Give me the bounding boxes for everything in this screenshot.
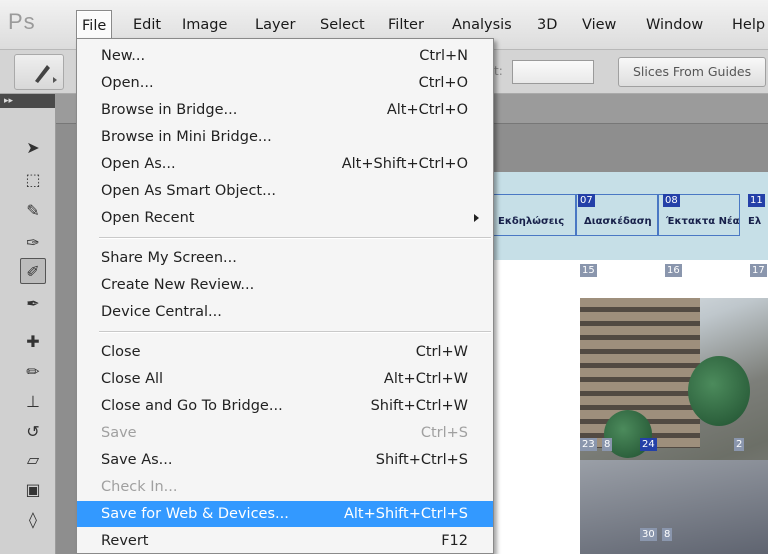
menu-edit[interactable]: Edit — [133, 16, 161, 34]
nav-item: Ελ — [748, 216, 762, 227]
menu-item-close-and-go-to-bridge[interactable]: Close and Go To Bridge... Shift+Ctrl+W — [77, 393, 493, 419]
slice-tool-icon — [35, 65, 57, 83]
canvas-photo-road — [580, 460, 768, 554]
menu-item-save-as[interactable]: Save As... Shift+Ctrl+S — [77, 447, 493, 473]
lasso-tool-icon[interactable]: ✎ — [20, 197, 46, 223]
menu-3d[interactable]: 3D — [537, 16, 557, 34]
slice-number-tag[interactable]: 24 — [640, 438, 657, 451]
current-tool-preset[interactable] — [14, 54, 64, 90]
marquee-tool-icon[interactable]: ⬚ — [20, 166, 46, 192]
photoshop-logo: Ps — [8, 9, 36, 34]
canvas-nav-strip: Εκδηλώσεις Διασκέδαση Έκτακτα Νέα Ελ — [492, 172, 768, 260]
menu-filter[interactable]: Filter — [388, 16, 424, 34]
menu-item-open[interactable]: Open... Ctrl+O — [77, 70, 493, 96]
file-menu-dropdown: New... Ctrl+N Open... Ctrl+O Browse in Bri… — [76, 38, 494, 554]
menu-separator — [99, 331, 491, 333]
menu-window[interactable]: Window — [646, 16, 703, 34]
healing-brush-tool-icon[interactable]: ✚ — [20, 328, 46, 354]
menu-image[interactable]: Image — [182, 16, 227, 34]
nav-item: Διασκέδαση — [584, 216, 652, 227]
slice-outline — [492, 194, 576, 236]
menu-item-create-new-review[interactable]: Create New Review... — [77, 272, 493, 298]
tools-panel-header[interactable]: ▸▸ — [0, 94, 55, 108]
move-tool-icon[interactable]: ➤ — [20, 134, 46, 160]
slices-from-guides-button[interactable]: Slices From Guides — [618, 57, 766, 87]
menu-select[interactable]: Select — [320, 16, 365, 34]
history-brush-tool-icon[interactable]: ↺ — [20, 418, 46, 444]
menu-item-save-for-web[interactable]: Save for Web & Devices... Alt+Shift+Ctrl+… — [77, 501, 493, 527]
quick-select-tool-icon[interactable]: ✑ — [20, 229, 46, 255]
slice-number-tag[interactable]: 15 — [580, 264, 597, 277]
menu-separator — [99, 237, 491, 239]
slice-tool-icon[interactable]: ✐ — [20, 258, 46, 284]
tools-panel: ▸▸ ➤ ⬚ ✎ ✑ ✐ ✒ ✚ ✏ ⊥ ↺ ▱ ▣ ◊ — [0, 94, 56, 554]
menu-item-revert[interactable]: Revert F12 — [77, 528, 493, 554]
menu-item-close[interactable]: Close Ctrl+W — [77, 339, 493, 365]
slice-number-tag[interactable]: 17 — [750, 264, 767, 277]
menu-item-browse-in-bridge[interactable]: Browse in Bridge... Alt+Ctrl+O — [77, 97, 493, 123]
menu-item-close-all[interactable]: Close All Alt+Ctrl+W — [77, 366, 493, 392]
menu-analysis[interactable]: Analysis — [452, 16, 512, 34]
menu-item-save[interactable]: Save Ctrl+S — [77, 420, 493, 446]
menu-view[interactable]: View — [582, 16, 616, 34]
slice-number-tag[interactable]: 16 — [665, 264, 682, 277]
eraser-tool-icon[interactable]: ▱ — [20, 446, 46, 472]
slice-number-tag[interactable]: 08 — [663, 194, 680, 207]
options-field[interactable] — [512, 60, 594, 84]
slice-number-tag[interactable]: 30 — [640, 528, 657, 541]
slice-number-tag[interactable]: 23 — [580, 438, 597, 451]
menu-item-browse-in-mini-bridge[interactable]: Browse in Mini Bridge... — [77, 124, 493, 150]
menu-item-open-recent[interactable]: Open Recent — [77, 205, 493, 231]
eyedropper-tool-icon[interactable]: ✒ — [20, 290, 46, 316]
nav-item: Εκδηλώσεις — [498, 216, 565, 227]
field-label-fragment: t: — [494, 64, 503, 78]
canvas-photo-tree — [688, 356, 750, 426]
submenu-arrow-icon — [474, 214, 479, 222]
clone-stamp-tool-icon[interactable]: ⊥ — [20, 388, 46, 414]
blur-tool-icon[interactable]: ◊ — [20, 506, 46, 532]
menu-layer[interactable]: Layer — [255, 16, 295, 34]
menu-file[interactable]: File — [76, 10, 113, 40]
menu-item-device-central[interactable]: Device Central... — [77, 299, 493, 325]
menu-item-new[interactable]: New... Ctrl+N — [77, 43, 493, 69]
menu-item-check-in[interactable]: Check In... — [77, 474, 493, 500]
menu-item-share-my-screen[interactable]: Share My Screen... — [77, 245, 493, 271]
gradient-tool-icon[interactable]: ▣ — [20, 476, 46, 502]
slice-number-tag[interactable]: 8 — [602, 438, 613, 451]
nav-item: Έκτακτα Νέα — [666, 216, 740, 227]
menu-help[interactable]: Help — [732, 16, 765, 34]
slice-number-tag[interactable]: 8 — [662, 528, 673, 541]
slice-number-tag[interactable]: 07 — [578, 194, 595, 207]
slice-number-tag[interactable]: 11 — [748, 194, 765, 207]
menu-item-open-as[interactable]: Open As... Alt+Shift+Ctrl+O — [77, 151, 493, 177]
slice-number-tag[interactable]: 2 — [734, 438, 745, 451]
brush-tool-icon[interactable]: ✏ — [20, 358, 46, 384]
menu-item-open-as-smart-object[interactable]: Open As Smart Object... — [77, 178, 493, 204]
